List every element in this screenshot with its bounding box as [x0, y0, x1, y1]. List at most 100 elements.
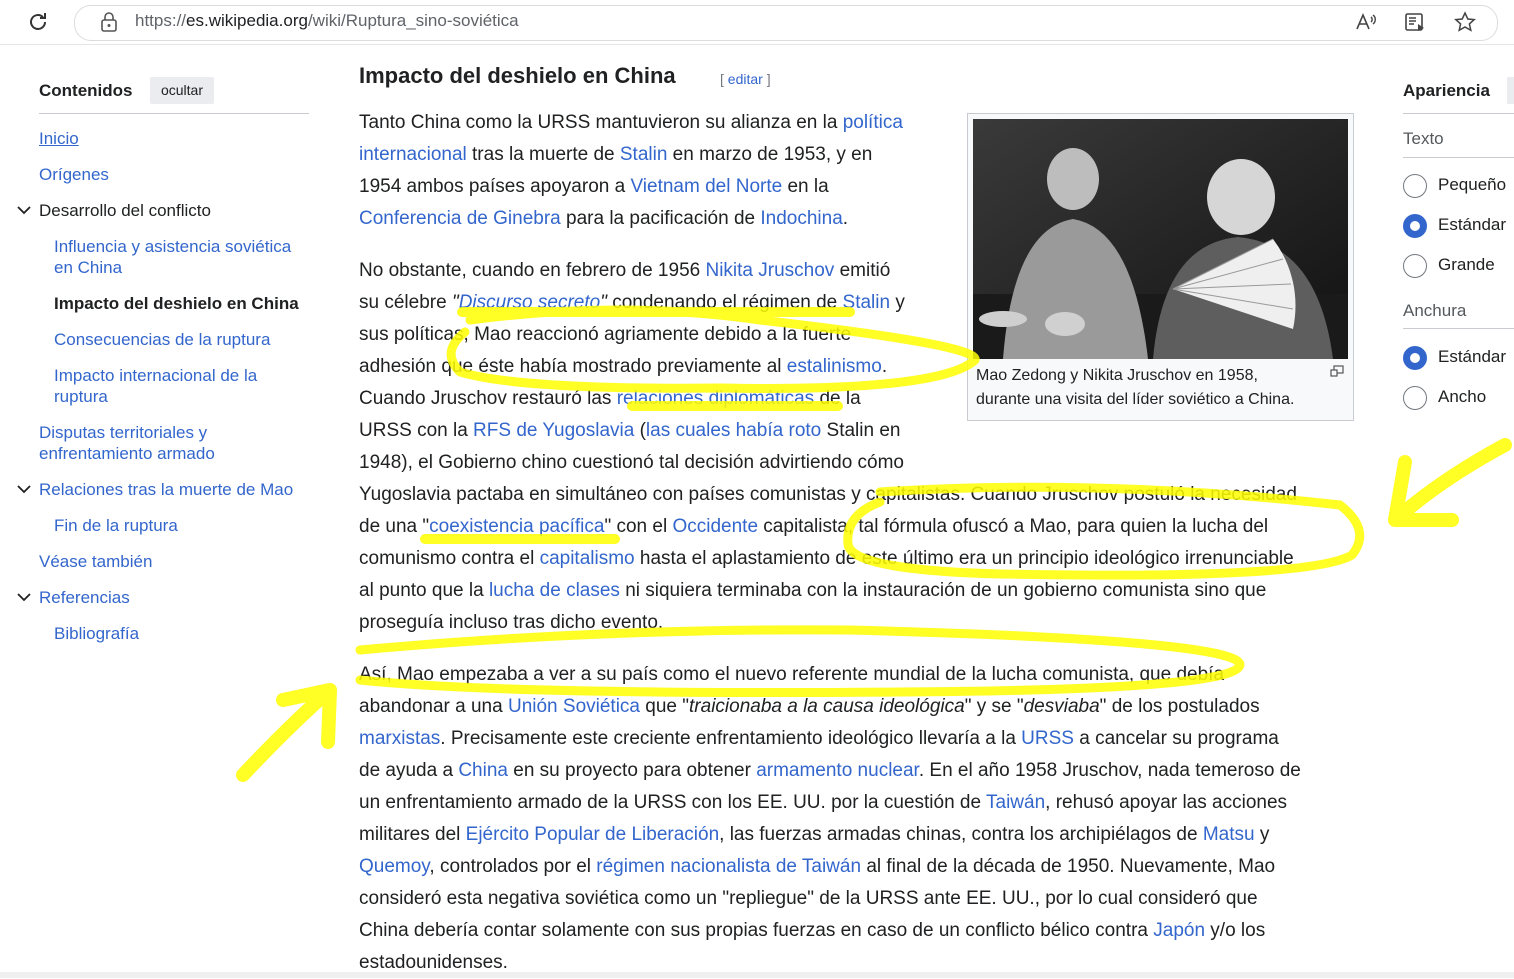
text: de la: [814, 388, 861, 409]
radio-text-small-label[interactable]: Pequeño: [1438, 175, 1506, 195]
radio-text-standard-label[interactable]: Estándar: [1438, 215, 1506, 235]
section-heading: Impacto del deshielo en China: [359, 63, 676, 88]
link-ejercito-popular[interactable]: Ejército Popular de Liberación: [466, 824, 720, 845]
radio-width-standard[interactable]: [1403, 346, 1427, 370]
link-capitalismo[interactable]: capitalismo: [540, 548, 635, 569]
p1-line: Conferencia de Ginebra para la pacificac…: [359, 203, 903, 235]
read-aloud-icon[interactable]: [1355, 11, 1377, 33]
toc-item-vease[interactable]: Véase también: [39, 551, 314, 572]
toc-item-influencia[interactable]: Influencia y asistencia soviética en Chin…: [54, 236, 314, 278]
toc-item-origenes[interactable]: Orígenes: [39, 164, 314, 185]
toc-item-relaciones[interactable]: Relaciones tras la muerte de Mao: [39, 479, 314, 500]
link-discurso-secreto[interactable]: Discurso secreto: [459, 292, 601, 313]
lock-icon[interactable]: [100, 12, 118, 32]
p1-line: 1954 ambos países apoyaron a Vietnam del…: [359, 171, 903, 203]
radio-text-standard[interactable]: [1403, 214, 1427, 238]
edit-link[interactable]: editar: [728, 71, 763, 87]
radio-width-wide-label[interactable]: Ancho: [1438, 387, 1486, 407]
appearance-divider: [1403, 328, 1514, 329]
url-text[interactable]: https://es.wikipedia.org/wiki/Ruptura_si…: [135, 11, 519, 31]
p3-line: abandonar a una Unión Soviética que "tra…: [359, 691, 1301, 723]
text: estadounidenses.: [359, 952, 508, 973]
text: tras la muerte de: [466, 144, 620, 165]
text: emitió: [834, 260, 891, 281]
radio-width-standard-label[interactable]: Estándar: [1438, 347, 1506, 367]
text: y: [1254, 824, 1270, 845]
text: .: [881, 356, 888, 377]
paragraph-1: Tanto China como la URSS mantuvieron su …: [359, 107, 903, 235]
link-japon[interactable]: Japón: [1153, 920, 1205, 941]
link-politica[interactable]: política: [843, 112, 903, 133]
reload-icon[interactable]: [26, 10, 50, 34]
reader-view-icon[interactable]: [1404, 11, 1426, 33]
link-urss[interactable]: URSS: [1021, 728, 1074, 749]
link-vietnam[interactable]: Vietnam del Norte: [630, 176, 782, 197]
url-path: /wiki/Ruptura_sino-soviética: [307, 11, 519, 30]
photo-illustration: [973, 119, 1348, 359]
toc-item-fin-ruptura[interactable]: Fin de la ruptura: [54, 515, 314, 536]
radio-text-small[interactable]: [1403, 174, 1427, 198]
favorite-star-icon[interactable]: [1454, 11, 1476, 33]
text: (: [634, 420, 646, 441]
text: y: [890, 292, 905, 313]
p3-line: de ayuda a China en su proyecto para obt…: [359, 755, 1301, 787]
link-china[interactable]: China: [458, 760, 508, 781]
link-matsu[interactable]: Matsu: [1203, 824, 1255, 845]
toc-item-impacto-deshielo[interactable]: Impacto del deshielo en China: [54, 293, 314, 314]
chevron-down-icon[interactable]: [17, 484, 31, 494]
appearance-hide-button[interactable]: [1507, 77, 1514, 104]
radio-width-wide[interactable]: [1403, 386, 1427, 410]
photo-mao-jruschov[interactable]: [973, 119, 1348, 359]
link-stalin[interactable]: Stalin: [620, 144, 668, 165]
toc-item-consecuencias[interactable]: Consecuencias de la ruptura: [54, 329, 314, 350]
horizontal-scrollbar[interactable]: [0, 972, 1514, 978]
link-rfs-yugoslavia[interactable]: RFS de Yugoslavia: [473, 420, 634, 441]
toc-item-disputas[interactable]: Disputas territoriales y enfrentamiento a…: [39, 422, 314, 464]
text: de una ": [359, 516, 430, 537]
link-lucha-de-clases[interactable]: lucha de clases: [489, 580, 620, 601]
link-union-sovietica[interactable]: Unión Soviética: [508, 696, 640, 717]
p2-line: 1948), el Gobierno chino cuestionó tal d…: [359, 447, 1297, 479]
link-occidente[interactable]: Occidente: [672, 516, 758, 537]
chevron-down-icon[interactable]: [17, 592, 31, 602]
highlight-arrow-right: [1388, 438, 1512, 527]
link-nikita-jruschov[interactable]: Nikita Jruschov: [705, 260, 834, 281]
chevron-down-icon[interactable]: [17, 205, 31, 215]
toc-item-referencias[interactable]: Referencias: [39, 587, 314, 608]
text: 1954 ambos países apoyaron a: [359, 176, 631, 197]
p2-line: comunismo contra el capitalismo hasta el…: [359, 543, 1297, 575]
toc-item-inicio[interactable]: Inicio: [39, 128, 314, 149]
link-coexistencia-pacifica[interactable]: coexistencia pacífica: [429, 516, 604, 537]
text: , controlados por el: [429, 856, 597, 877]
appearance-divider: [1403, 157, 1514, 158]
link-relaciones-diplomaticas[interactable]: relaciones diplomáticas: [617, 388, 815, 409]
toc-item-desarrollo[interactable]: Desarrollo del conflicto: [39, 200, 314, 221]
link-estalinismo[interactable]: estalinismo: [787, 356, 882, 377]
toc-hide-button[interactable]: ocultar: [150, 77, 214, 104]
radio-text-large[interactable]: [1403, 254, 1427, 278]
toc-item-impacto-internacional-line2: ruptura: [54, 387, 108, 406]
text: . Precisamente este creciente enfrentami…: [440, 728, 1022, 749]
link-armamento-nuclear[interactable]: armamento nuclear: [756, 760, 919, 781]
text: ": [600, 292, 607, 313]
link-conferencia-ginebra[interactable]: Conferencia de Ginebra: [359, 208, 561, 229]
link-regimen-nacionalista[interactable]: régimen nacionalista de Taiwán: [596, 856, 861, 877]
link-stalin[interactable]: Stalin: [843, 292, 891, 313]
text: en la: [782, 176, 829, 197]
text: comunismo contra el: [359, 548, 540, 569]
radio-text-large-label[interactable]: Grande: [1438, 255, 1495, 275]
text: " con el: [604, 516, 673, 537]
text: condenando el régimen de: [606, 292, 843, 313]
link-cuales-habia-roto[interactable]: las cuales había roto: [646, 420, 821, 441]
link-quemoy[interactable]: Quemoy: [359, 856, 429, 877]
text: traicionaba a la causa ideológica: [689, 696, 965, 717]
caption-line: Mao Zedong y Nikita Jruschov en 1958,: [976, 367, 1258, 384]
toc-item-bibliografia[interactable]: Bibliografía: [54, 623, 314, 644]
link-marxistas[interactable]: marxistas: [359, 728, 440, 749]
link-indochina[interactable]: Indochina: [760, 208, 842, 229]
text: ni siquiera terminaba con la instauració…: [619, 580, 1267, 601]
appearance-title: Apariencia: [1403, 81, 1490, 100]
link-internacional[interactable]: internacional: [359, 144, 467, 165]
toc-item-impacto-internacional[interactable]: Impacto internacional de la ruptura: [54, 365, 314, 407]
link-taiwan[interactable]: Taiwán: [986, 792, 1045, 813]
